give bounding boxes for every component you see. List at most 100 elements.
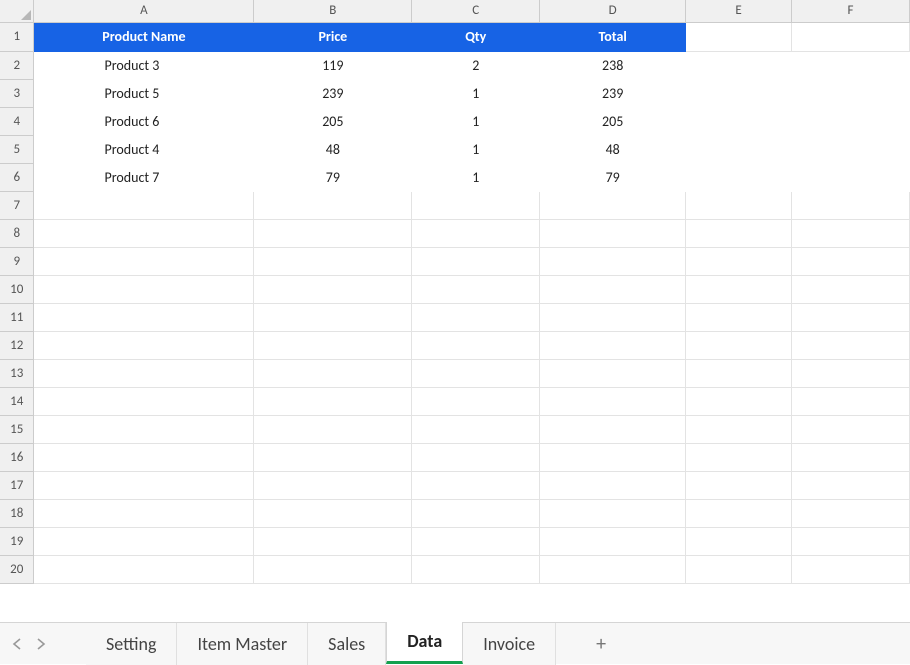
- cell-E7[interactable]: [686, 191, 792, 219]
- spreadsheet-grid[interactable]: A B C D E F 1 Product Name Price Qty Tot…: [0, 0, 910, 622]
- row-header-13[interactable]: 13: [0, 359, 34, 387]
- cell-F18[interactable]: [792, 499, 910, 527]
- cell-C14[interactable]: [412, 387, 540, 415]
- cell-E2[interactable]: [686, 51, 792, 79]
- cell-A10[interactable]: [34, 275, 254, 303]
- row-header-18[interactable]: 18: [0, 499, 34, 527]
- column-header-E[interactable]: E: [686, 0, 792, 22]
- cell-A3[interactable]: Product 5: [34, 79, 254, 107]
- cell-E16[interactable]: [686, 443, 792, 471]
- cell-B15[interactable]: [254, 415, 412, 443]
- row-header-8[interactable]: 8: [0, 219, 34, 247]
- cell-F7[interactable]: [792, 191, 910, 219]
- cell-E5[interactable]: [686, 135, 792, 163]
- cell-F15[interactable]: [792, 415, 910, 443]
- cell-A19[interactable]: [34, 527, 254, 555]
- cell-C6[interactable]: 1: [412, 163, 540, 191]
- cell-B14[interactable]: [254, 387, 412, 415]
- cell-D3[interactable]: 239: [540, 79, 686, 107]
- cell-B16[interactable]: [254, 443, 412, 471]
- cell-F5[interactable]: [792, 135, 910, 163]
- cell-A6[interactable]: Product 7: [34, 163, 254, 191]
- cell-D17[interactable]: [540, 471, 686, 499]
- cell-B18[interactable]: [254, 499, 412, 527]
- cell-E10[interactable]: [686, 275, 792, 303]
- tab-data[interactable]: Data: [386, 622, 463, 664]
- tab-invoice[interactable]: Invoice: [463, 623, 556, 665]
- cell-A16[interactable]: [34, 443, 254, 471]
- cell-C13[interactable]: [412, 359, 540, 387]
- cell-E8[interactable]: [686, 219, 792, 247]
- column-header-F[interactable]: F: [792, 0, 910, 22]
- cell-B2[interactable]: 119: [254, 51, 412, 79]
- cell-F17[interactable]: [792, 471, 910, 499]
- row-header-5[interactable]: 5: [0, 135, 34, 163]
- cell-F1[interactable]: [792, 22, 910, 51]
- row-header-11[interactable]: 11: [0, 303, 34, 331]
- row-header-6[interactable]: 6: [0, 163, 34, 191]
- cell-A4[interactable]: Product 6: [34, 107, 254, 135]
- cell-C16[interactable]: [412, 443, 540, 471]
- cell-B17[interactable]: [254, 471, 412, 499]
- row-header-17[interactable]: 17: [0, 471, 34, 499]
- cell-D4[interactable]: 205: [540, 107, 686, 135]
- row-header-12[interactable]: 12: [0, 331, 34, 359]
- cell-C18[interactable]: [412, 499, 540, 527]
- cell-A8[interactable]: [34, 219, 254, 247]
- select-all-corner[interactable]: [0, 0, 34, 22]
- cell-C2[interactable]: 2: [412, 51, 540, 79]
- cell-D16[interactable]: [540, 443, 686, 471]
- row-header-16[interactable]: 16: [0, 443, 34, 471]
- cell-F4[interactable]: [792, 107, 910, 135]
- cell-E12[interactable]: [686, 331, 792, 359]
- cell-B7[interactable]: [254, 191, 412, 219]
- cell-D14[interactable]: [540, 387, 686, 415]
- cell-B9[interactable]: [254, 247, 412, 275]
- cell-D6[interactable]: 79: [540, 163, 686, 191]
- cell-A18[interactable]: [34, 499, 254, 527]
- cell-C5[interactable]: 1: [412, 135, 540, 163]
- cell-F6[interactable]: [792, 163, 910, 191]
- cell-A17[interactable]: [34, 471, 254, 499]
- cell-B4[interactable]: 205: [254, 107, 412, 135]
- header-qty[interactable]: Qty: [412, 22, 540, 51]
- row-header-15[interactable]: 15: [0, 415, 34, 443]
- row-header-10[interactable]: 10: [0, 275, 34, 303]
- cell-F11[interactable]: [792, 303, 910, 331]
- cell-E13[interactable]: [686, 359, 792, 387]
- cell-C4[interactable]: 1: [412, 107, 540, 135]
- cell-D18[interactable]: [540, 499, 686, 527]
- header-total[interactable]: Total: [540, 22, 686, 51]
- cell-C7[interactable]: [412, 191, 540, 219]
- row-header-9[interactable]: 9: [0, 247, 34, 275]
- cell-E11[interactable]: [686, 303, 792, 331]
- cell-E3[interactable]: [686, 79, 792, 107]
- cell-C3[interactable]: 1: [412, 79, 540, 107]
- row-header-1[interactable]: 1: [0, 22, 34, 51]
- header-price[interactable]: Price: [254, 22, 412, 51]
- cell-B12[interactable]: [254, 331, 412, 359]
- cell-A2[interactable]: Product 3: [34, 51, 254, 79]
- cell-A11[interactable]: [34, 303, 254, 331]
- cell-B11[interactable]: [254, 303, 412, 331]
- row-header-4[interactable]: 4: [0, 107, 34, 135]
- cell-E15[interactable]: [686, 415, 792, 443]
- cell-F14[interactable]: [792, 387, 910, 415]
- cell-B6[interactable]: 79: [254, 163, 412, 191]
- cell-E9[interactable]: [686, 247, 792, 275]
- cell-D20[interactable]: [540, 555, 686, 583]
- cell-A12[interactable]: [34, 331, 254, 359]
- cell-B13[interactable]: [254, 359, 412, 387]
- row-header-7[interactable]: 7: [0, 191, 34, 219]
- cell-B19[interactable]: [254, 527, 412, 555]
- tab-nav-next-icon[interactable]: [36, 638, 46, 650]
- cell-F19[interactable]: [792, 527, 910, 555]
- cell-D9[interactable]: [540, 247, 686, 275]
- cell-F9[interactable]: [792, 247, 910, 275]
- cell-E1[interactable]: [686, 22, 792, 51]
- cell-B3[interactable]: 239: [254, 79, 412, 107]
- cell-F16[interactable]: [792, 443, 910, 471]
- cell-C9[interactable]: [412, 247, 540, 275]
- cell-F2[interactable]: [792, 51, 910, 79]
- cell-D7[interactable]: [540, 191, 686, 219]
